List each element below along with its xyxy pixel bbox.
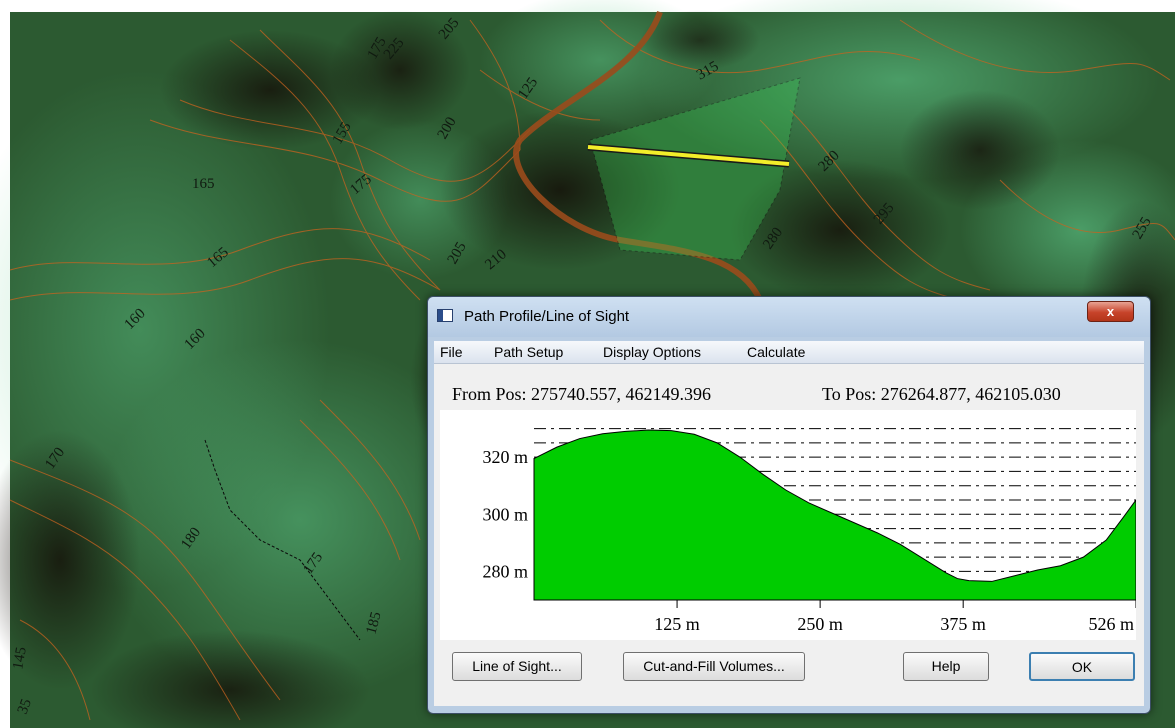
y-axis-ticks: 320 m 300 m 280 m: [482, 447, 528, 581]
menu-file[interactable]: File: [440, 344, 463, 360]
app-window-icon: [437, 309, 453, 322]
contour-label: 165: [192, 176, 215, 192]
dialog-title: Path Profile/Line of Sight: [464, 308, 630, 325]
y-tick-label: 280 m: [482, 561, 528, 581]
x-tick-label: 125 m: [654, 614, 700, 634]
menu-bar: File Path Setup Display Options Calculat…: [434, 341, 1144, 364]
x-tick-label: 375 m: [940, 614, 986, 634]
x-axis-ticks: 125 m 250 m 375 m 526 m: [654, 600, 1136, 634]
to-position: To Pos: 276264.877, 462105.030: [822, 384, 1061, 404]
close-icon: x: [1106, 304, 1115, 319]
ok-button[interactable]: OK: [1029, 652, 1135, 681]
help-button[interactable]: Help: [903, 652, 989, 681]
dialog-titlebar[interactable]: Path Profile/Line of Sight x: [428, 297, 1150, 337]
y-tick-label: 300 m: [482, 504, 528, 524]
from-position: From Pos: 275740.557, 462149.396: [452, 384, 712, 404]
menu-path-setup[interactable]: Path Setup: [494, 344, 563, 360]
x-tick-label: 250 m: [797, 614, 843, 634]
cut-and-fill-volumes-button[interactable]: Cut-and-Fill Volumes...: [623, 652, 805, 681]
y-tick-label: 320 m: [482, 447, 528, 467]
elevation-profile-area: [533, 429, 1136, 601]
line-of-sight-button[interactable]: Line of Sight...: [452, 652, 582, 681]
path-profile-dialog: Path Profile/Line of Sight x File Path S…: [427, 296, 1151, 714]
close-button[interactable]: x: [1087, 301, 1134, 322]
menu-display-options[interactable]: Display Options: [603, 344, 701, 360]
dialog-client-area: From Pos: 275740.557, 462149.396 To Pos:…: [434, 364, 1144, 706]
menu-calculate[interactable]: Calculate: [747, 344, 805, 360]
path-profile-chart: 320 m 300 m 280 m 125 m 250 m 375 m 526 m: [440, 410, 1136, 640]
x-tick-label: 526 m: [1088, 614, 1134, 634]
